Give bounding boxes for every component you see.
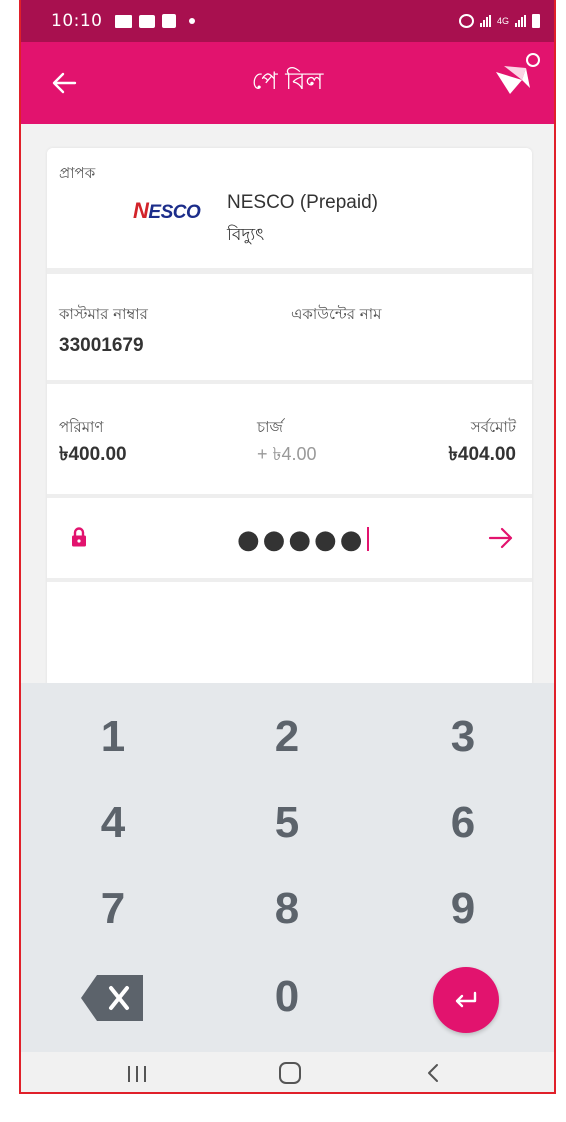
customer-number-value: 33001679 [59,335,144,356]
divider [47,578,532,582]
key-7[interactable]: 7 [43,869,183,949]
system-navigation-bar [21,1052,554,1092]
biller-name: NESCO (Prepaid) [227,192,378,213]
key-8[interactable]: 8 [217,869,357,949]
image-notification-icon [114,14,132,28]
amount-value: ৳400.00 [59,444,127,465]
back-arrow-icon[interactable] [51,70,77,96]
proceed-arrow-icon[interactable] [488,526,514,550]
alarm-icon [458,14,474,28]
payment-details-card: প্রাপক NESCO NESCO (Prepaid) বিদ্যুৎ কাস… [47,148,532,688]
key-0[interactable]: 0 [217,957,357,1037]
battery-icon [532,14,540,28]
key-4[interactable]: 4 [43,783,183,863]
nesco-logo: NESCO [133,198,201,223]
app-bar: পে বিল [21,42,554,124]
page-title: পে বিল [251,67,324,95]
pin-input[interactable]: ●●●●● [237,525,370,555]
key-5[interactable]: 5 [217,783,357,863]
notification-icons [114,14,195,28]
amount-section [47,384,532,494]
customer-number-label: কাস্টমার নাম্বার [59,305,148,323]
home-icon[interactable] [279,1062,301,1084]
amount-label: পরিমাণ [59,418,104,436]
bkash-bird-logo-icon [496,53,540,94]
more-notifications-icon [188,18,195,24]
recipient-label: প্রাপক [59,164,96,182]
app-notification-icon [161,14,176,28]
signal-icon [479,15,491,27]
enter-button[interactable] [433,967,499,1033]
total-value: ৳404.00 [448,444,516,465]
numeric-keypad: 1 2 3 4 5 6 7 8 9 0 [21,683,554,1052]
network-type-label: 4G [496,16,509,26]
charge-label: চার্জ [257,418,283,436]
key-9[interactable]: 9 [393,869,533,949]
status-bar: 10:10 4G [21,0,554,42]
charge-value: + ৳4.00 [257,444,317,464]
key-2[interactable]: 2 [217,697,357,777]
backspace-key-icon[interactable] [79,973,145,1023]
enter-icon [455,991,477,1008]
system-icons: 4G [458,14,540,28]
status-time: 10:10 [51,11,103,31]
text-cursor [367,527,370,551]
total-label: সর্বমোট [470,418,516,436]
recent-apps-icon[interactable] [125,1064,149,1084]
key-6[interactable]: 6 [393,783,533,863]
signal-icon-2 [515,15,526,27]
nesco-logo-text: ESCO [148,202,201,223]
phone-screen: 10:10 4G পে বিল প্রাপক NESCO NESCO (Prep… [19,0,556,1094]
key-1[interactable]: 1 [43,697,183,777]
nav-back-icon[interactable] [425,1062,441,1084]
pin-masked-value: ●●●●● [237,525,366,555]
biller-type: বিদ্যুৎ [227,225,265,245]
message-notification-icon [138,14,155,28]
account-name-label: একাউন্টের নাম [291,305,382,323]
lock-icon [72,527,86,547]
key-3[interactable]: 3 [393,697,533,777]
